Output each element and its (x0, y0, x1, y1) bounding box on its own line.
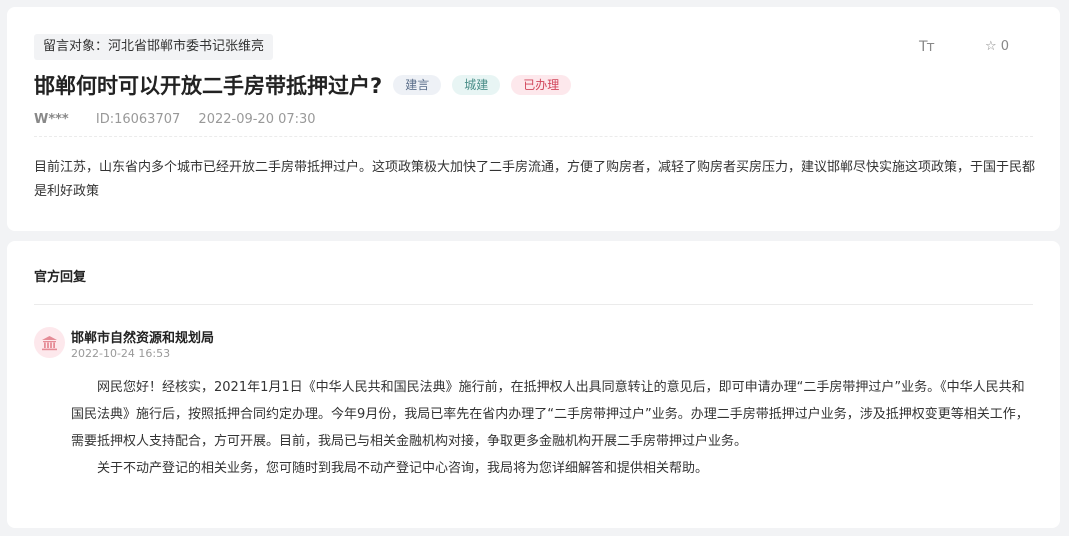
reply-heading: 官方回复 (34, 270, 87, 285)
department-name: 邯郸市自然资源和规划局 (71, 331, 215, 346)
message-target-chip: 留言对象：河北省邯郸市委书记张维亮 (34, 34, 274, 60)
message-datetime: 2022-09-20 07:30 (198, 112, 316, 127)
favorite-button[interactable]: ☆ 0 (985, 39, 1009, 54)
reply-body: 网民您好！经核实，2021年1月1日《中华人民共和国民法典》施行前，在抵押权人出… (71, 374, 1037, 482)
status-badge: 已办理 (511, 75, 572, 95)
reply-paragraph: 网民您好！经核实，2021年1月1日《中华人民共和国民法典》施行前，在抵押权人出… (71, 380, 1029, 449)
message-card: 留言对象：河北省邯郸市委书记张维亮 Tт ☆ 0 邯郸何时可以开放二手房带抵押过… (7, 7, 1060, 231)
favorite-count: 0 (1000, 39, 1010, 54)
divider (34, 304, 1033, 305)
title-row: 邯郸何时可以开放二手房带抵押过户? 建言 城建 已办理 (34, 70, 572, 100)
message-meta: W*** ID:16063707 2022-09-20 07:30 (34, 112, 316, 127)
star-outline-icon: ☆ (985, 39, 997, 54)
reply-date: 2022-10-24 16:53 (71, 347, 171, 360)
reply-paragraph: 关于不动产登记的相关业务，您可随时到我局不动产登记中心咨询，我局将为您详细解答和… (97, 461, 709, 476)
reply-card: 官方回复 邯郸市自然资源和规划局 2022-10-24 16:53 网民您好！经… (7, 241, 1060, 528)
page-title: 邯郸何时可以开放二手房带抵押过户? (34, 74, 383, 98)
message-content: 目前江苏，山东省内多个城市已经开放二手房带抵押过户。这项政策极大加快了二手房流通… (34, 160, 1036, 199)
tag-field: 城建 (452, 75, 501, 95)
font-size-button[interactable]: Tт (919, 39, 935, 55)
divider (34, 136, 1033, 137)
font-size-icon: Tт (919, 39, 935, 55)
message-id: ID:16063707 (95, 112, 181, 127)
government-building-icon (42, 335, 57, 350)
tag-category: 建言 (393, 75, 442, 95)
avatar (34, 327, 65, 358)
author-name: W*** (34, 112, 69, 127)
